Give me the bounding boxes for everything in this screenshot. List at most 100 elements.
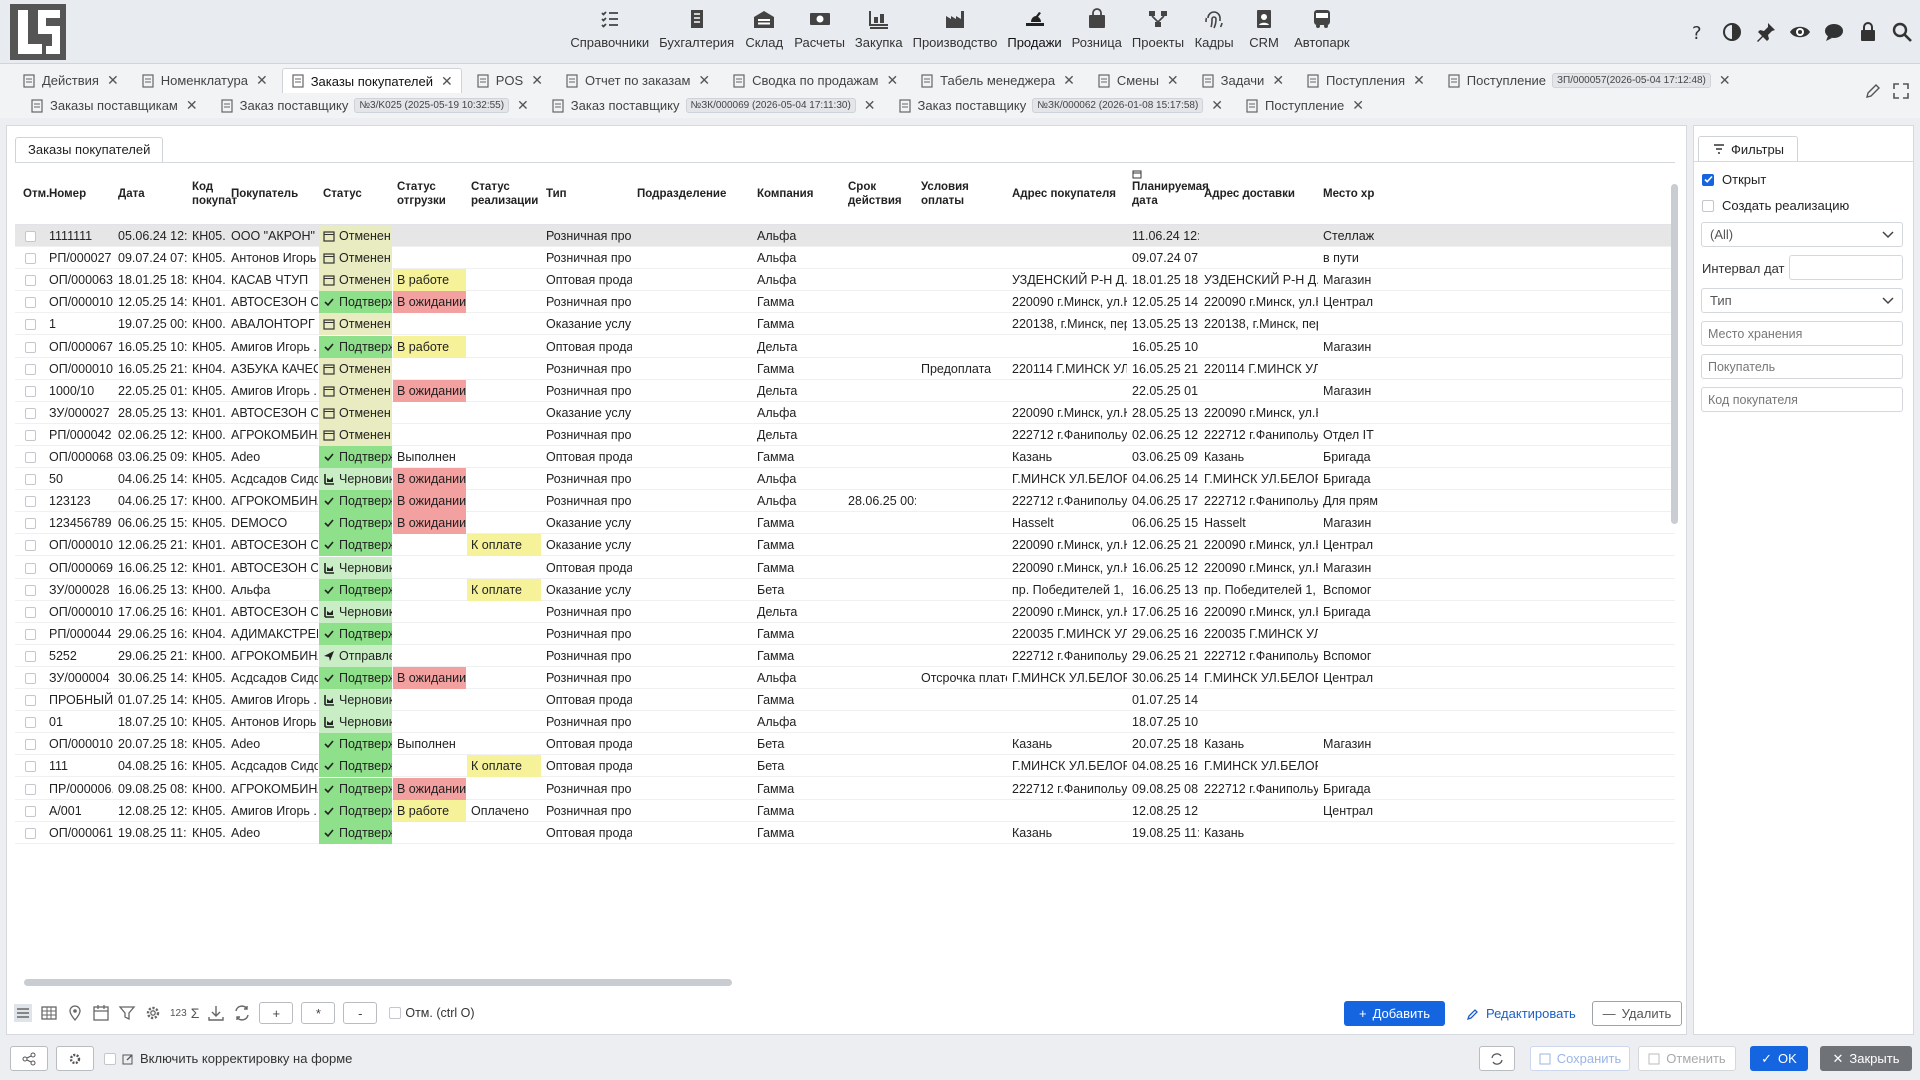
close-icon[interactable]: ✕ bbox=[1719, 72, 1731, 89]
delete-button[interactable]: — Удалить bbox=[1592, 1001, 1682, 1026]
table-row[interactable]: ОП/000067 16.05.25 10:37 КН05... Амигов Иго… bbox=[15, 335, 1675, 358]
form-settings-button[interactable] bbox=[56, 1046, 94, 1071]
col-header-6[interactable]: Статус bbox=[319, 163, 392, 225]
tab-tabs_row2-1[interactable]: Заказы поставщикам ✕ bbox=[22, 93, 206, 118]
menu-item-1[interactable]: Справочники bbox=[565, 0, 654, 64]
menu-item-3[interactable]: Склад bbox=[739, 0, 789, 64]
correction-checkbox[interactable] bbox=[104, 1052, 116, 1065]
close-button[interactable]: ✕ Закрыть bbox=[1820, 1046, 1912, 1071]
calendar-icon[interactable] bbox=[92, 1004, 110, 1022]
row-checkbox[interactable] bbox=[25, 275, 36, 287]
search-icon[interactable] bbox=[1890, 20, 1914, 44]
table-row[interactable]: ОП/000068 03.06.25 09:02 КН05... Adeo Подтве… bbox=[15, 446, 1675, 468]
pin-icon[interactable] bbox=[1754, 20, 1778, 44]
menu-item-11[interactable]: CRM bbox=[1239, 0, 1289, 64]
type-select[interactable]: Тип bbox=[1701, 288, 1903, 313]
col-header-9[interactable]: Тип bbox=[542, 163, 632, 225]
row-checkbox[interactable] bbox=[25, 474, 36, 486]
tab-tabs_row1-9[interactable]: Задачи ✕ bbox=[1193, 68, 1292, 93]
menu-item-5[interactable]: Закупка bbox=[850, 0, 908, 64]
col-header-3[interactable]: Дата bbox=[114, 163, 187, 225]
row-checkbox[interactable] bbox=[25, 540, 36, 552]
row-checkbox[interactable] bbox=[25, 562, 36, 574]
close-icon[interactable]: ✕ bbox=[256, 72, 268, 89]
row-checkbox[interactable] bbox=[25, 695, 36, 707]
list-view-icon[interactable] bbox=[14, 1004, 32, 1022]
table-row[interactable]: ОП/000010 12.05.25 14:45 КН01... АВТОСЕЗОН … bbox=[15, 291, 1675, 314]
table-row[interactable]: РП/000044 29.06.25 16:58 КН04... АДИМАКСТРЕ… bbox=[15, 622, 1675, 645]
close-icon[interactable]: ✕ bbox=[1063, 72, 1075, 89]
row-checkbox[interactable] bbox=[25, 429, 36, 441]
settings-gear-icon[interactable] bbox=[144, 1004, 162, 1022]
row-checkbox[interactable] bbox=[25, 496, 36, 508]
edit-button[interactable]: Редактировать bbox=[1466, 1001, 1576, 1026]
col-header-11[interactable]: Компания bbox=[753, 163, 843, 225]
share-button[interactable] bbox=[10, 1046, 48, 1071]
lock-icon[interactable] bbox=[1856, 20, 1880, 44]
table-row[interactable]: ПР/000006... 09.08.25 08:53 КН00... АГРОКОМ… bbox=[15, 777, 1675, 800]
tab-tabs_row2-3[interactable]: Заказ поставщику №ЗК/000069 (2026-05-04 1… bbox=[543, 93, 884, 118]
table-row[interactable]: ОП/000063 18.01.25 18:24 КН04... КАСАВ ЧТУП… bbox=[15, 269, 1675, 292]
col-header-10[interactable]: Подразделение bbox=[633, 163, 752, 225]
expand-plus-button[interactable]: + bbox=[259, 1002, 294, 1024]
tab-tabs_row2-4[interactable]: Заказ поставщику №ЗК/000062 (2026-01-08 1… bbox=[890, 93, 1232, 118]
buyer-code-input[interactable]: Код покупателя bbox=[1701, 387, 1903, 412]
expand-icon[interactable] bbox=[1892, 82, 1910, 100]
row-checkbox[interactable] bbox=[25, 452, 36, 463]
row-checkbox[interactable] bbox=[25, 231, 36, 242]
menu-item-4[interactable]: Расчеты bbox=[789, 0, 850, 64]
table-row[interactable]: 50 04.06.25 14:56 КН05... Асдсадов Сидо... Ч… bbox=[15, 468, 1675, 491]
row-checkbox[interactable] bbox=[25, 385, 36, 397]
col-header-8[interactable]: Статус реализации bbox=[467, 163, 541, 225]
table-row[interactable]: РП/000042 02.06.25 12:16 КН00... АГРОКОМБИН… bbox=[15, 423, 1675, 446]
close-icon[interactable]: ✕ bbox=[1211, 97, 1223, 114]
row-checkbox[interactable] bbox=[25, 518, 36, 530]
col-header-16[interactable]: Адрес доставки bbox=[1200, 163, 1318, 225]
tab-tabs_row2-2[interactable]: Заказ поставщику №3/K025 (2025-05-19 10:3… bbox=[212, 93, 537, 118]
table-row[interactable]: ОП/000061 19.08.25 11:41 КН05... Adeo Подтве… bbox=[15, 821, 1675, 844]
cancel-button[interactable]: Отменить bbox=[1638, 1046, 1736, 1071]
tab-tabs_row1-2[interactable]: Номенклатура ✕ bbox=[133, 68, 276, 93]
table-row[interactable]: 1111111 05.06.24 12:53 КН05... ООО "АКРОН" О… bbox=[15, 225, 1675, 247]
date-interval-input[interactable] bbox=[1789, 255, 1903, 280]
menu-item-2[interactable]: Бухгалтерия bbox=[654, 0, 739, 64]
row-checkbox[interactable] bbox=[25, 319, 36, 331]
menu-item-10[interactable]: Кадры bbox=[1189, 0, 1239, 64]
table-row[interactable]: 111 04.08.25 16:32 КН05... Асдсадов Сидо...… bbox=[15, 755, 1675, 778]
eye-icon[interactable] bbox=[1788, 20, 1812, 44]
tab-tabs_row1-5[interactable]: Отчет по заказам ✕ bbox=[557, 68, 718, 93]
row-checkbox[interactable] bbox=[25, 650, 36, 662]
table-view-icon[interactable] bbox=[40, 1004, 58, 1022]
close-icon[interactable]: ✕ bbox=[531, 72, 543, 89]
row-checkbox[interactable] bbox=[25, 805, 36, 817]
edit-pen-icon[interactable] bbox=[1864, 82, 1882, 100]
collapse-minus-button[interactable]: - bbox=[343, 1002, 378, 1024]
table-row[interactable]: ЗУ/000027 28.05.25 13:00 КН01... АВТОСЕЗОН … bbox=[15, 401, 1675, 424]
help-icon[interactable]: ? bbox=[1686, 20, 1710, 44]
row-checkbox[interactable] bbox=[25, 717, 36, 729]
table-row[interactable]: ЗУ/000028 16.06.25 13:23 КН00... Альфа Подтв… bbox=[15, 578, 1675, 601]
tab-tabs_row2-5[interactable]: Поступление ✕ bbox=[1237, 93, 1372, 118]
menu-item-7[interactable]: Продажи bbox=[1002, 0, 1066, 64]
close-icon[interactable]: ✕ bbox=[517, 97, 529, 114]
row-checkbox[interactable] bbox=[25, 584, 36, 596]
row-checkbox[interactable] bbox=[25, 783, 36, 795]
filter-open[interactable]: Открыт bbox=[1702, 172, 1766, 187]
table-row[interactable]: ОП/000069 16.06.25 12:19 КН01... АВТОСЕЗОН … bbox=[15, 556, 1675, 579]
storage-input[interactable]: Место хранения bbox=[1701, 321, 1903, 346]
buyer-input[interactable]: Покупатель bbox=[1701, 354, 1903, 379]
count-label[interactable]: 123 bbox=[170, 1008, 187, 1019]
menu-item-12[interactable]: Автопарк bbox=[1289, 0, 1355, 64]
close-icon[interactable]: ✕ bbox=[886, 72, 898, 89]
mark-all-button[interactable]: * bbox=[301, 1002, 336, 1024]
table-row[interactable]: А/001 12.08.25 12:14 КН05... Амигов Игорь .… bbox=[15, 799, 1675, 822]
col-header-17[interactable]: Место хр bbox=[1319, 163, 1379, 225]
close-icon[interactable]: ✕ bbox=[186, 97, 198, 114]
col-header-5[interactable]: Покупатель bbox=[227, 163, 318, 225]
tab-tabs_row1-6[interactable]: Сводка по продажам ✕ bbox=[724, 68, 906, 93]
close-icon[interactable]: ✕ bbox=[1167, 72, 1179, 89]
table-row[interactable]: ОП/000010 16.05.25 21:49 КН04... АЗБУКА КАЧ… bbox=[15, 357, 1675, 380]
close-icon[interactable]: ✕ bbox=[107, 72, 119, 89]
table-row[interactable]: ПРОБНЫЙ 01.07.25 14:00 КН05... Амигов Игорь… bbox=[15, 689, 1675, 712]
table-row[interactable]: 5252 29.06.25 21:27 КН00... АГРОКОМБИНА... О… bbox=[15, 644, 1675, 667]
